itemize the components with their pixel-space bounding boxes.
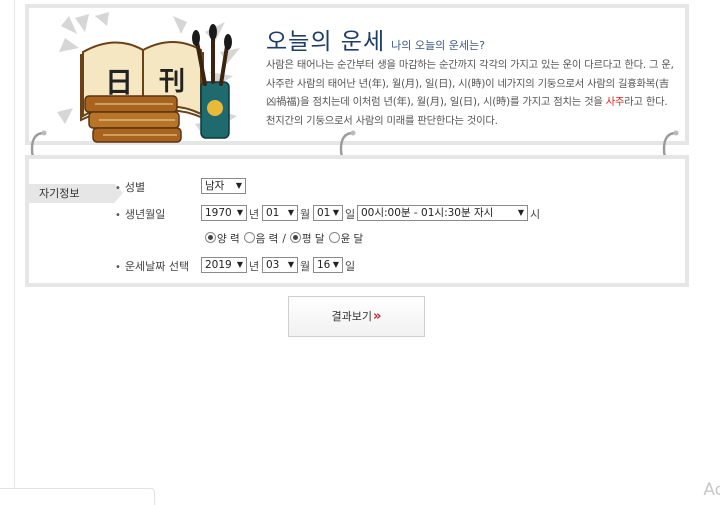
normal-month-radio[interactable] — [289, 232, 301, 243]
leap-month-radio-option[interactable]: 윤 달 — [328, 232, 363, 245]
gender-label: 성별 — [115, 179, 145, 195]
solar-radio-option[interactable]: 양 력 — [205, 232, 240, 245]
watermark-text: Ac — [703, 480, 720, 500]
lunar-radio[interactable] — [243, 232, 255, 243]
bottom-tab — [0, 488, 155, 505]
birth-month-select[interactable]: 01 ▼ — [262, 205, 298, 221]
title-row: 오늘의 운세 나의 오늘의 운세는? — [266, 22, 485, 55]
birth-time-unit: 시 — [530, 208, 541, 221]
calendar-radio-row: 양 력음 력 / 평 달윤 달 — [205, 231, 367, 246]
birth-day-select[interactable]: 01 ▼ — [313, 205, 343, 221]
section-label-my-info: 자기정보 — [29, 184, 123, 203]
dropdown-arrow-icon: ▼ — [332, 208, 339, 217]
double-arrow-icon: » — [373, 309, 382, 324]
dropdown-arrow-icon: ▼ — [287, 260, 294, 269]
dropdown-arrow-icon: ▼ — [517, 208, 524, 217]
fortune-month-unit: 월 — [300, 260, 311, 273]
solar-radio[interactable] — [205, 232, 216, 243]
description-text: 사람은 태어나는 순간부터 생을 마감하는 순간까지 각각의 가지고 있는 운이… — [266, 56, 678, 130]
page-subtitle: 나의 오늘의 운세는? — [391, 39, 485, 52]
birthdate-label: 생년월일 — [115, 206, 165, 222]
view-result-button[interactable]: 결과보기» — [288, 296, 425, 337]
page-title: 오늘의 운세 — [266, 29, 386, 55]
book-char-right: 刊 — [159, 67, 185, 97]
birth-month-unit: 월 — [300, 208, 311, 221]
birth-day-unit: 일 — [345, 208, 356, 221]
dropdown-arrow-icon: ▼ — [332, 260, 339, 269]
fortune-year-unit: 년 — [249, 260, 260, 273]
dropdown-arrow-icon: ▼ — [287, 208, 294, 217]
fortune-month-select[interactable]: 03 ▼ — [262, 257, 298, 273]
book-char-left: 日 — [105, 66, 133, 99]
dropdown-arrow-icon: ▼ — [236, 208, 243, 217]
left-divider — [14, 0, 15, 504]
input-form-panel: 자기정보 성별 남자▼ 생년월일 1970▼ 년 01▼ 월 01▼ 일 00시… — [25, 155, 689, 287]
fortune-day-select[interactable]: 16 ▼ — [313, 257, 343, 273]
fortune-date-label: 운세날짜 선택 — [115, 258, 189, 274]
leap-month-radio[interactable] — [328, 232, 340, 243]
description-highlight: 사주 — [605, 96, 625, 108]
lunar-radio-option[interactable]: 음 력 — [243, 232, 278, 245]
gender-select[interactable]: 남자 ▼ — [201, 178, 246, 194]
fortune-day-unit: 일 — [345, 260, 356, 273]
normal-month-radio-option[interactable]: 평 달 — [289, 232, 325, 245]
birth-year-unit: 년 — [249, 208, 260, 221]
birth-year-select[interactable]: 1970 ▼ — [201, 205, 247, 221]
dropdown-arrow-icon: ▼ — [235, 181, 242, 190]
fortune-banner: 日 刊 오늘의 운세 나의 오늘의 운세는? 사람은 태어나는 순간부터 생을 마… — [25, 4, 689, 145]
birth-time-select[interactable]: 00시:00분 - 01시:30분 자시 ▼ — [357, 205, 528, 221]
fortune-year-select[interactable]: 2019 ▼ — [201, 257, 247, 273]
radio-separator: / — [282, 233, 286, 245]
book-illustration-icon: 日 刊 — [57, 12, 240, 143]
dropdown-arrow-icon: ▼ — [236, 260, 243, 269]
